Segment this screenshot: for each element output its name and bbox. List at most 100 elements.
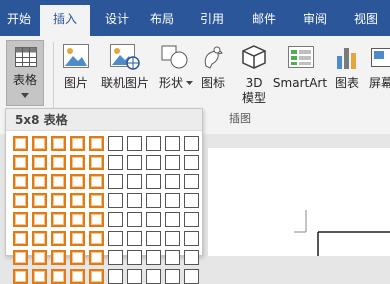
table-grid-cell[interactable] xyxy=(127,193,142,208)
tab-home[interactable]: 开始 xyxy=(0,5,38,36)
table-grid-cell[interactable] xyxy=(70,174,85,189)
table-grid-cell[interactable] xyxy=(108,250,123,265)
table-grid-cell[interactable] xyxy=(146,174,161,189)
table-grid-cell[interactable] xyxy=(51,250,66,265)
chart-button[interactable]: 图表 xyxy=(330,40,364,110)
table-grid-cell[interactable] xyxy=(51,155,66,170)
table-grid-cell[interactable] xyxy=(184,193,199,208)
tab-layout[interactable]: 布局 xyxy=(143,5,181,36)
table-grid-cell[interactable] xyxy=(146,231,161,246)
table-grid-cell[interactable] xyxy=(32,155,47,170)
table-button[interactable]: 表格 xyxy=(6,40,44,106)
online-picture-button[interactable]: 联机图片 xyxy=(98,40,152,110)
table-grid-cell[interactable] xyxy=(70,269,85,284)
table-grid-cell[interactable] xyxy=(89,269,104,284)
table-grid-cell[interactable] xyxy=(51,231,66,246)
table-grid-cell[interactable] xyxy=(13,269,28,284)
table-grid-cell[interactable] xyxy=(70,155,85,170)
3d-models-button[interactable]: 3D 模型 xyxy=(237,40,271,110)
table-grid-cell[interactable] xyxy=(89,155,104,170)
page-margin-marker xyxy=(294,210,390,256)
icons-button[interactable]: 图标 xyxy=(196,40,230,110)
table-grid-cell[interactable] xyxy=(127,250,142,265)
smartart-button[interactable]: SmartArt xyxy=(272,40,328,110)
table-grid-cell[interactable] xyxy=(13,174,28,189)
tab-view[interactable]: 视图 xyxy=(347,5,385,36)
table-grid-cell[interactable] xyxy=(51,136,66,151)
table-grid-cell[interactable] xyxy=(108,155,123,170)
table-grid-cell[interactable] xyxy=(70,212,85,227)
table-grid-cell[interactable] xyxy=(108,193,123,208)
table-grid-cell[interactable] xyxy=(127,155,142,170)
table-grid-cell[interactable] xyxy=(13,212,28,227)
table-grid-cell[interactable] xyxy=(108,174,123,189)
tab-mailings[interactable]: 邮件 xyxy=(245,5,283,36)
tab-insert[interactable]: 插入 xyxy=(40,5,90,36)
table-grid-cell[interactable] xyxy=(32,269,47,284)
table-grid-cell[interactable] xyxy=(184,250,199,265)
table-grid-cell[interactable] xyxy=(127,174,142,189)
table-grid-cell[interactable] xyxy=(127,212,142,227)
table-grid-cell[interactable] xyxy=(70,231,85,246)
table-grid-cell[interactable] xyxy=(13,155,28,170)
shapes-button[interactable]: 形状 xyxy=(155,40,195,110)
table-grid-cell[interactable] xyxy=(108,212,123,227)
table-grid-cell[interactable] xyxy=(32,174,47,189)
table-grid-cell[interactable] xyxy=(146,193,161,208)
table-grid-cell[interactable] xyxy=(108,269,123,284)
table-grid-cell[interactable] xyxy=(32,136,47,151)
table-grid-cell[interactable] xyxy=(89,212,104,227)
table-grid-cell[interactable] xyxy=(184,269,199,284)
screenshot-button[interactable]: 屏幕 xyxy=(367,40,390,110)
table-grid-cell[interactable] xyxy=(184,174,199,189)
table-grid-cell[interactable] xyxy=(165,193,180,208)
table-grid-cell[interactable] xyxy=(165,212,180,227)
table-grid-cell[interactable] xyxy=(146,155,161,170)
table-grid-cell[interactable] xyxy=(127,269,142,284)
table-grid-cell[interactable] xyxy=(165,155,180,170)
table-grid-cell[interactable] xyxy=(165,269,180,284)
table-grid-cell[interactable] xyxy=(70,193,85,208)
table-grid-cell[interactable] xyxy=(70,250,85,265)
table-grid-cell[interactable] xyxy=(146,250,161,265)
table-grid-cell[interactable] xyxy=(108,231,123,246)
table-grid-cell[interactable] xyxy=(32,193,47,208)
table-grid-cell[interactable] xyxy=(184,136,199,151)
table-grid-cell[interactable] xyxy=(13,136,28,151)
table-grid-cell[interactable] xyxy=(13,250,28,265)
tab-review[interactable]: 审阅 xyxy=(296,5,334,36)
table-grid-cell[interactable] xyxy=(32,231,47,246)
table-grid-cell[interactable] xyxy=(89,250,104,265)
table-grid-cell[interactable] xyxy=(32,212,47,227)
table-grid-cell[interactable] xyxy=(146,136,161,151)
table-grid-cell[interactable] xyxy=(51,212,66,227)
table-grid-cell[interactable] xyxy=(13,193,28,208)
table-grid-cell[interactable] xyxy=(89,174,104,189)
table-grid-cell[interactable] xyxy=(70,136,85,151)
table-grid-cell[interactable] xyxy=(89,231,104,246)
table-grid-cell[interactable] xyxy=(184,155,199,170)
table-grid-cell[interactable] xyxy=(32,250,47,265)
table-grid-cell[interactable] xyxy=(184,212,199,227)
table-grid-cell[interactable] xyxy=(165,231,180,246)
tab-references[interactable]: 引用 xyxy=(193,5,231,36)
table-grid-cell[interactable] xyxy=(51,174,66,189)
table-grid-cell[interactable] xyxy=(184,231,199,246)
table-grid-cell[interactable] xyxy=(146,212,161,227)
table-grid-cell[interactable] xyxy=(89,193,104,208)
picture-button[interactable]: 图片 xyxy=(58,40,94,110)
table-grid-cell[interactable] xyxy=(89,136,104,151)
table-grid-cell[interactable] xyxy=(108,136,123,151)
table-grid-cell[interactable] xyxy=(127,231,142,246)
table-grid-cell[interactable] xyxy=(51,269,66,284)
table-grid-cell[interactable] xyxy=(127,136,142,151)
table-grid-cell[interactable] xyxy=(13,231,28,246)
table-grid-cell[interactable] xyxy=(146,269,161,284)
table-grid-cell[interactable] xyxy=(51,193,66,208)
tab-design[interactable]: 设计 xyxy=(98,5,136,36)
online-picture-icon xyxy=(110,44,140,70)
document-page[interactable] xyxy=(208,148,390,256)
table-grid-cell[interactable] xyxy=(165,136,180,151)
table-grid-cell[interactable] xyxy=(165,250,180,265)
table-grid-cell[interactable] xyxy=(165,174,180,189)
